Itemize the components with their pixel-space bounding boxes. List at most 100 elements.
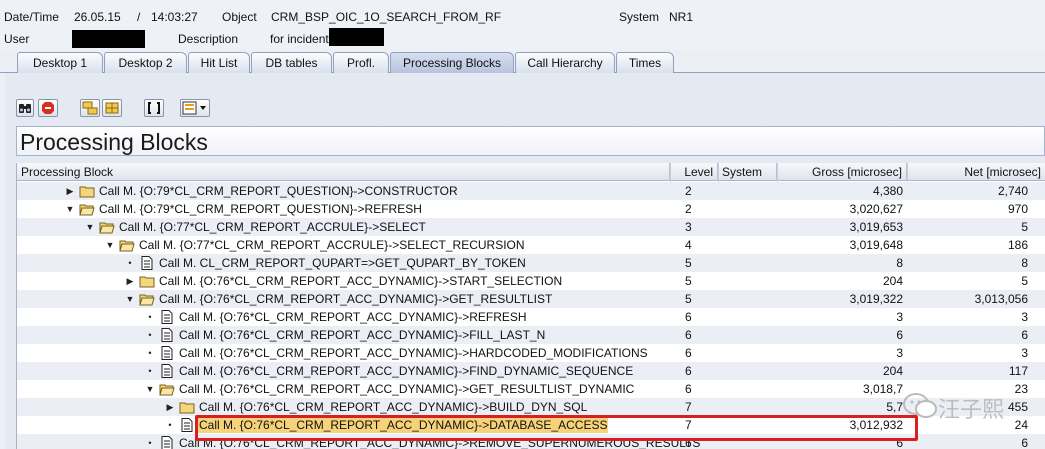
processing-block-name: Call M. {O:77*CL_CRM_REPORT_ACCRULE}->SE…	[119, 220, 426, 234]
collapse-arrow-icon[interactable]: ▼	[145, 380, 155, 398]
net-cell: 186	[1007, 238, 1028, 252]
find-button[interactable]	[16, 99, 34, 117]
collapse-arrow-icon[interactable]: ▼	[125, 290, 135, 308]
collapse-arrow-icon[interactable]: ▼	[105, 236, 115, 254]
table-row[interactable]: • Call M. {O:76*CL_CRM_REPORT_ACC_DYNAMIC…	[17, 362, 1045, 380]
tab-desktop-2[interactable]: Desktop 2	[104, 52, 187, 73]
binoculars-icon	[19, 104, 31, 113]
folder-icon	[79, 184, 95, 198]
table-row[interactable]: ▼ Call M. {O:77*CL_CRM_REPORT_ACCRULE}->S…	[17, 218, 1045, 236]
leaf-bullet-icon: •	[148, 438, 152, 448]
system-cell	[721, 200, 775, 218]
gross-cell: 204	[882, 364, 903, 378]
net-cell: 3,013,056	[974, 292, 1028, 306]
date-value: 26.05.15	[74, 10, 121, 24]
collapse-arrow-icon[interactable]: ▼	[65, 200, 75, 218]
layout-menu-button[interactable]	[180, 99, 210, 117]
processing-block-name: Call M. {O:76*CL_CRM_REPORT_ACC_DYNAMIC}…	[199, 400, 588, 414]
table-row[interactable]: • Call M. {O:76*CL_CRM_REPORT_ACC_DYNAMIC…	[17, 308, 1045, 326]
processing-block-name: Call M. {O:76*CL_CRM_REPORT_ACC_DYNAMIC}…	[159, 292, 553, 306]
tab-desktop-1[interactable]: Desktop 1	[17, 52, 103, 73]
table-row[interactable]: ▶ Call M. {O:76*CL_CRM_REPORT_ACC_DYNAMIC…	[17, 272, 1045, 290]
document-icon	[159, 346, 175, 360]
layout-menu-icon	[182, 101, 206, 115]
column-header-net[interactable]: Net [microsec]	[907, 163, 1045, 181]
gross-cell: 4,380	[872, 184, 903, 198]
table-row[interactable]: • Call M. {O:76*CL_CRM_REPORT_ACC_DYNAMIC…	[17, 344, 1045, 362]
table-row[interactable]: • Call M. {O:76*CL_CRM_REPORT_ACC_DYNAMIC…	[17, 326, 1045, 344]
gross-cell: 3,018,7	[862, 382, 903, 396]
column-header-system[interactable]: System	[718, 163, 777, 181]
expand-arrow-icon[interactable]: ▶	[165, 398, 175, 416]
stop-button[interactable]	[38, 99, 58, 117]
gross-cell: 3	[896, 310, 903, 324]
system-cell	[721, 344, 775, 362]
system-cell	[721, 254, 775, 272]
document-icon	[159, 328, 175, 342]
table-row[interactable]: ▶ Call M. {O:76*CL_CRM_REPORT_ACC_DYNAMIC…	[17, 398, 1045, 416]
level-cell: 5	[685, 274, 692, 288]
system-cell	[721, 308, 775, 326]
net-cell: 3	[1021, 310, 1028, 324]
tab-times[interactable]: Times	[616, 52, 674, 73]
table-header: Processing Block Level System Gross [mic…	[17, 163, 1045, 181]
processing-block-name: Call M. {O:77*CL_CRM_REPORT_ACCRULE}->SE…	[139, 238, 525, 252]
watermark-text: 汪子熙	[938, 398, 1005, 423]
column-header-processing-block[interactable]: Processing Block	[17, 163, 670, 181]
net-cell: 2,740	[997, 184, 1028, 198]
level-cell: 7	[685, 400, 692, 414]
gross-cell: 6	[896, 328, 903, 342]
net-cell: 117	[1008, 364, 1028, 378]
wechat-icon	[903, 393, 937, 418]
tab-hit-list[interactable]: Hit List	[188, 52, 250, 73]
folder-open-icon	[99, 220, 115, 234]
table-row[interactable]: ▼ Call M. {O:79*CL_CRM_REPORT_QUESTION}->…	[17, 200, 1045, 218]
time-value: 14:03:27	[151, 10, 198, 24]
table-row[interactable]: ▼ Call M. {O:76*CL_CRM_REPORT_ACC_DYNAMIC…	[17, 380, 1045, 398]
tab-call-hierarchy[interactable]: Call Hierarchy	[515, 52, 615, 73]
table-row[interactable]: ▼ Call M. {O:77*CL_CRM_REPORT_ACCRULE}->S…	[17, 236, 1045, 254]
collapse-arrow-icon[interactable]: ▼	[85, 218, 95, 236]
header-info: Date/Time 26.05.15 / 14:03:27 Object CRM…	[0, 0, 1045, 50]
panel-title-bar: Processing Blocks	[16, 126, 1045, 156]
processing-block-name: Call M. {O:76*CL_CRM_REPORT_ACC_DYNAMIC}…	[179, 328, 546, 342]
bracket-button[interactable]	[144, 99, 164, 117]
object-value: CRM_BSP_OIC_1O_SEARCH_FROM_RF	[271, 10, 502, 24]
table-row[interactable]: ▼ Call M. {O:76*CL_CRM_REPORT_ACC_DYNAMIC…	[17, 290, 1045, 308]
column-header-gross[interactable]: Gross [microsec]	[777, 163, 907, 181]
tab-db-tables[interactable]: DB tables	[251, 52, 332, 73]
level-cell: 2	[685, 184, 692, 198]
system-cell	[721, 398, 775, 416]
net-cell: 5	[1021, 220, 1028, 234]
system-cell	[721, 272, 775, 290]
table-row[interactable]: ▶ Call M. {O:79*CL_CRM_REPORT_QUESTION}->…	[17, 182, 1045, 200]
leaf-bullet-icon: •	[148, 366, 152, 376]
level-cell: 2	[685, 202, 692, 216]
gross-cell: 5,7	[886, 400, 903, 414]
processing-block-name: Call M. {O:76*CL_CRM_REPORT_ACC_DYNAMIC}…	[159, 274, 563, 288]
expand-all-button[interactable]	[80, 99, 100, 117]
level-cell: 6	[685, 346, 692, 360]
net-cell: 5	[1021, 274, 1028, 288]
leaf-bullet-icon: •	[148, 330, 152, 340]
system-cell	[721, 290, 775, 308]
folder-open-icon	[159, 382, 175, 396]
folder-icon	[139, 274, 155, 288]
level-cell: 5	[685, 256, 692, 270]
system-cell	[721, 218, 775, 236]
tab-processing-blocks[interactable]: Processing Blocks	[390, 52, 514, 73]
document-icon	[159, 436, 175, 449]
processing-block-name: Call M. {O:76*CL_CRM_REPORT_ACC_DYNAMIC}…	[179, 382, 635, 396]
bracket-icon	[148, 102, 160, 114]
tab-strip: Desktop 1 Desktop 2 Hit List DB tables P…	[0, 52, 1045, 73]
table-row[interactable]: • Call M. CL_CRM_REPORT_QUPART=>GET_QUPAR…	[17, 254, 1045, 272]
gross-cell: 3,019,322	[849, 292, 903, 306]
folder-icon	[179, 400, 195, 414]
expand-arrow-icon[interactable]: ▶	[125, 272, 135, 290]
expand-arrow-icon[interactable]: ▶	[65, 182, 75, 200]
system-cell	[721, 236, 775, 254]
tab-profl[interactable]: Profl.	[333, 52, 389, 73]
collapse-all-button[interactable]	[102, 99, 122, 117]
column-header-level[interactable]: Level	[670, 163, 718, 181]
document-icon	[159, 310, 175, 324]
